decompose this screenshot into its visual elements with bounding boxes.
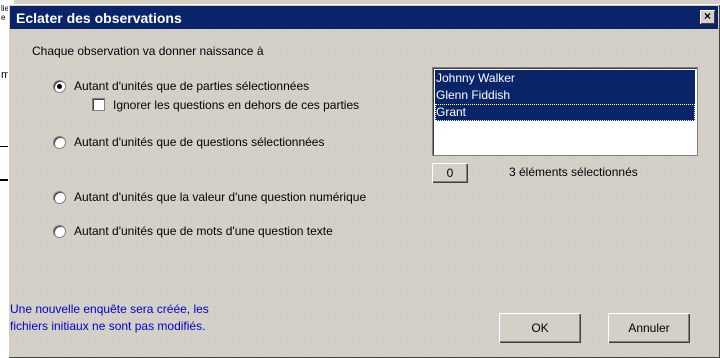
radio-numeric-value-label[interactable]: Autant d'unités que la valeur d'une ques…	[74, 190, 366, 204]
selected-count-label: 3 éléments sélectionnés	[509, 165, 638, 179]
ok-button[interactable]: OK	[499, 313, 581, 343]
cancel-button[interactable]: Annuler	[608, 313, 690, 343]
dialog-title: Eclater des observations	[16, 10, 182, 26]
close-icon[interactable]: ×	[700, 10, 715, 24]
ignore-questions-checkbox[interactable]	[92, 98, 105, 111]
intro-label: Chaque observation va donner naissance à	[32, 44, 264, 58]
info-text-line1: Une nouvelle enquête sera créée, les	[10, 302, 209, 316]
list-item[interactable]: Glenn Fiddish	[435, 87, 695, 104]
eclater-dialog: Eclater des observations × Chaque observ…	[8, 4, 720, 358]
radio-questions-label[interactable]: Autant d'unités que de questions sélecti…	[74, 135, 324, 149]
clear-selection-button[interactable]: 0	[432, 163, 468, 183]
list-item[interactable]: Johnny Walker	[435, 70, 695, 87]
info-text-line2: fichiers initiaux ne sont pas modifiés.	[10, 319, 206, 333]
radio-text-words-label[interactable]: Autant d'unités que de mots d'une questi…	[74, 224, 333, 238]
radio-text-words[interactable]	[53, 225, 66, 238]
list-item[interactable]: Grant	[435, 104, 695, 121]
radio-parties-label[interactable]: Autant d'unités que de parties sélection…	[74, 79, 309, 93]
parts-listbox[interactable]: Johnny Walker Glenn Fiddish Grant	[432, 67, 698, 156]
title-bar[interactable]: Eclater des observations ×	[10, 6, 718, 29]
radio-questions[interactable]	[53, 136, 66, 149]
ignore-questions-label[interactable]: Ignorer les questions en dehors de ces p…	[113, 98, 359, 112]
radio-numeric-value[interactable]	[53, 191, 66, 204]
radio-parties[interactable]	[53, 80, 66, 93]
